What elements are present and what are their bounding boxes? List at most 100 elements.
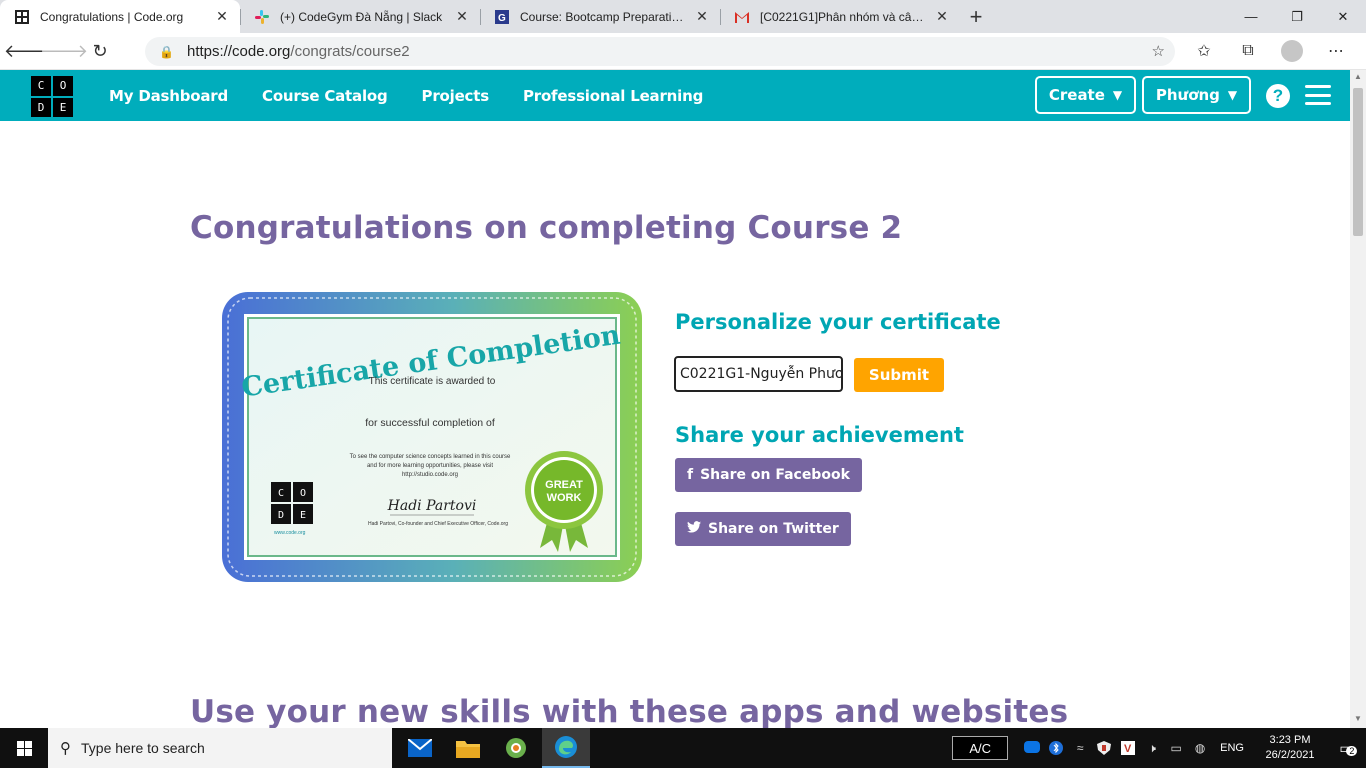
add-favorite-icon[interactable]: ☆	[1152, 42, 1165, 60]
start-button[interactable]	[0, 728, 48, 768]
taskbar-search-placeholder: Type here to search	[81, 740, 205, 756]
caret-down-icon: ▼	[1112, 88, 1123, 102]
system-tray: A/C ≈ V 🕨 ▭ ◍ ENG 3:23 PM 26/2/2021 2	[952, 728, 1366, 768]
svg-text:G: G	[498, 13, 506, 24]
user-dropdown-button[interactable]: Phương ▼	[1142, 76, 1251, 114]
certificate-name-value: C0221G1-Nguyễn Phương	[680, 366, 843, 382]
svg-text:O: O	[300, 488, 306, 499]
lock-icon: 🔒	[159, 44, 174, 59]
submit-button[interactable]: Submit	[854, 358, 944, 392]
nav-projects[interactable]: Projects	[422, 87, 490, 105]
tab-title: Congratulations | Code.org	[40, 9, 184, 24]
taskbar-search-box[interactable]: ⚲ Type here to search	[48, 728, 392, 768]
codegym-icon: G	[494, 9, 510, 25]
search-icon: ⚲	[60, 740, 71, 757]
browser-tab-gmail[interactable]: [C0221G1]Phân nhóm và câu hỏi ✕	[720, 0, 960, 33]
browser-tab-strip: Congratulations | Code.org ✕ (+) CodeGym…	[0, 0, 1366, 33]
ac-indicator[interactable]: A/C	[952, 736, 1009, 760]
browser-tab-course[interactable]: G Course: Bootcamp Preparation 2 ✕	[480, 0, 720, 33]
scrollbar-thumb[interactable]	[1353, 88, 1363, 236]
help-icon[interactable]: ?	[1266, 84, 1290, 108]
wifi-icon[interactable]: ≈	[1068, 728, 1092, 768]
share-facebook-label: Share on Facebook	[700, 467, 850, 483]
notification-count: 2	[1346, 745, 1358, 756]
nav-course-catalog[interactable]: Course Catalog	[262, 87, 388, 105]
browser-toolbar: 🡐 🡒 ↻ 🔒 https://code.org/congrats/course…	[0, 33, 1366, 70]
logo-letter: C	[31, 76, 51, 96]
input-language[interactable]: ENG	[1220, 742, 1244, 754]
close-tab-icon[interactable]: ✕	[454, 8, 470, 25]
vietkey-icon[interactable]: V	[1116, 728, 1140, 768]
close-tab-icon[interactable]: ✕	[214, 8, 230, 25]
certificate-signature: Hadi Partovi	[387, 498, 477, 514]
caret-down-icon: ▼	[1227, 88, 1238, 102]
certificate-note-line: and for more learning opportunities, ple…	[367, 463, 493, 469]
certificate-name-input[interactable]: C0221G1-Nguyễn Phương	[674, 356, 843, 392]
close-window-icon[interactable]: ✕	[1320, 0, 1366, 33]
svg-text:D: D	[278, 510, 284, 521]
svg-text:V: V	[1124, 743, 1132, 755]
windows-taskbar: ⚲ Type here to search A/C ≈ V 🕨 ▭ ◍ ENG …	[0, 728, 1366, 768]
slack-icon	[254, 9, 270, 25]
new-tab-button[interactable]: +	[960, 0, 992, 33]
page-title: Congratulations on completing Course 2	[190, 210, 903, 246]
section-title-apps: Use your new skills with these apps and …	[190, 694, 1069, 730]
security-shield-icon[interactable]	[1092, 728, 1116, 768]
zalo-tray-icon[interactable]	[1020, 728, 1044, 768]
battery-icon[interactable]: ▭	[1164, 728, 1188, 768]
share-heading: Share your achievement	[675, 423, 964, 447]
codeorg-logo[interactable]: C O D E	[31, 76, 73, 117]
svg-text:C: C	[278, 488, 284, 499]
browser-tab-slack[interactable]: (+) CodeGym Đà Nẵng | Slack ✕	[240, 0, 480, 33]
profile-avatar[interactable]	[1281, 40, 1303, 62]
restore-icon[interactable]: ❐	[1274, 0, 1320, 33]
certificate-image: Certificate of Completion This certifica…	[222, 292, 642, 582]
volume-icon[interactable]: 🕨	[1140, 728, 1164, 768]
url-path: /congrats/course2	[290, 43, 410, 60]
certificate-note-line: To see the computer science concepts lea…	[350, 454, 511, 460]
file-explorer-icon[interactable]	[444, 728, 492, 768]
user-name-label: Phương	[1155, 86, 1220, 104]
forward-arrow-icon[interactable]: 🡒	[40, 36, 88, 66]
refresh-icon[interactable]: ↻	[82, 36, 118, 66]
logo-letter: D	[31, 97, 51, 117]
notification-center-icon[interactable]: ▭2	[1326, 728, 1366, 768]
greenshot-app-icon[interactable]	[492, 728, 540, 768]
minimize-icon[interactable]: —	[1228, 0, 1274, 33]
share-facebook-button[interactable]: f Share on Facebook	[675, 458, 862, 492]
tab-title: (+) CodeGym Đà Nẵng | Slack	[280, 9, 443, 24]
share-twitter-label: Share on Twitter	[708, 521, 839, 537]
create-label: Create	[1048, 86, 1105, 104]
edge-browser-icon[interactable]	[542, 728, 590, 768]
scroll-up-icon[interactable]: ▲	[1350, 72, 1366, 84]
svg-text:E: E	[300, 510, 306, 521]
clock-time: 3:23 PM	[1269, 734, 1311, 746]
certificate-awarded-text: This certificate is awarded to	[369, 376, 496, 387]
svg-text:WORK: WORK	[547, 492, 582, 504]
personalize-heading: Personalize your certificate	[675, 310, 1001, 334]
favorites-icon[interactable]: ✩	[1182, 36, 1226, 66]
address-bar[interactable]: 🔒 https://code.org/congrats/course2 ☆	[145, 37, 1175, 66]
close-tab-icon[interactable]: ✕	[694, 8, 710, 25]
create-dropdown-button[interactable]: Create ▼	[1035, 76, 1136, 114]
twitter-icon	[687, 521, 701, 537]
bluetooth-icon[interactable]	[1044, 728, 1068, 768]
collections-icon[interactable]: ⧉	[1226, 36, 1270, 66]
browser-tab-codeorg[interactable]: Congratulations | Code.org ✕	[0, 0, 240, 33]
network-globe-icon[interactable]: ◍	[1188, 728, 1212, 768]
close-tab-icon[interactable]: ✕	[934, 8, 950, 25]
nav-professional-learning[interactable]: Professional Learning	[523, 87, 703, 105]
more-menu-icon[interactable]: ⋯	[1314, 36, 1358, 66]
clock[interactable]: 3:23 PM 26/2/2021	[1254, 733, 1326, 763]
svg-text:GREAT: GREAT	[545, 479, 583, 491]
hamburger-menu-icon[interactable]	[1305, 85, 1331, 105]
certificate-note-line: http://studio.code.org	[402, 472, 458, 478]
site-header: C O D E My Dashboard Course Catalog Proj…	[0, 70, 1350, 121]
scroll-down-icon[interactable]: ▼	[1350, 714, 1366, 726]
mail-app-icon[interactable]	[396, 728, 444, 768]
page-scrollbar[interactable]: ▲ ▼	[1350, 70, 1366, 728]
clock-date: 26/2/2021	[1265, 749, 1315, 761]
nav-my-dashboard[interactable]: My Dashboard	[109, 87, 228, 105]
share-twitter-button[interactable]: Share on Twitter	[675, 512, 851, 546]
main-nav: My Dashboard Course Catalog Projects Pro…	[109, 70, 737, 121]
